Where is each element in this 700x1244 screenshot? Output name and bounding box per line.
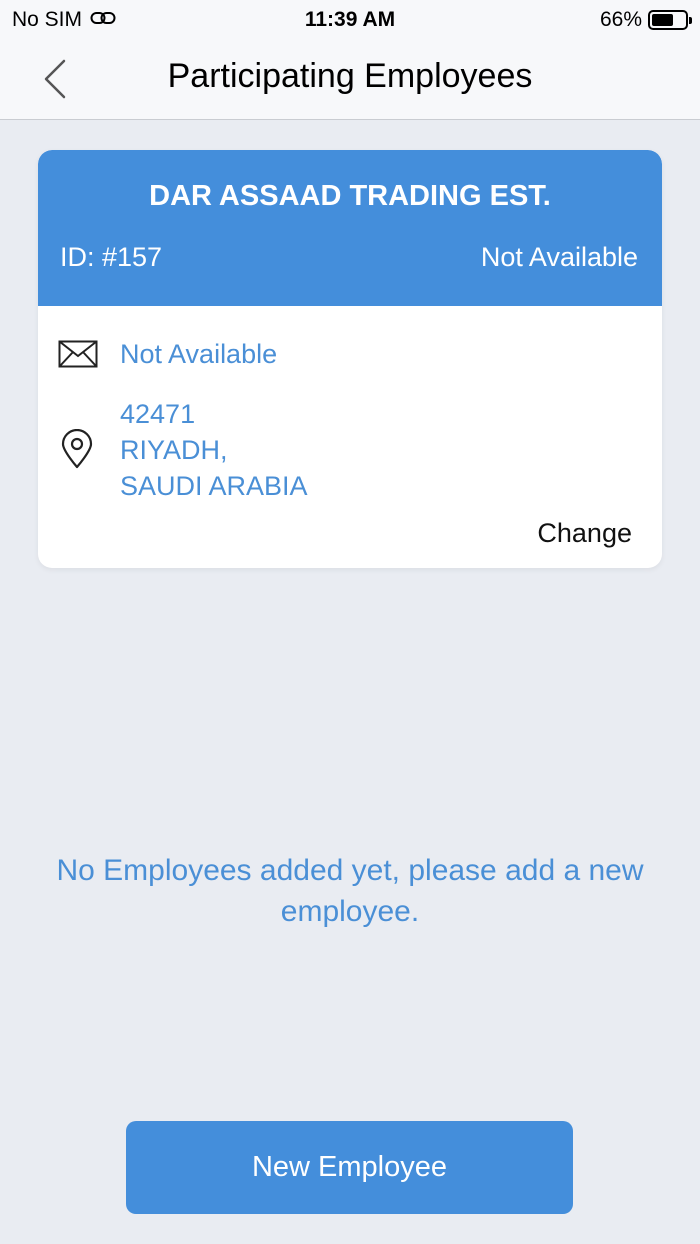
company-status: Not Available — [480, 242, 638, 272]
company-address[interactable]: 42471 RIYADH, SAUDI ARABIA — [120, 396, 308, 504]
new-employee-button[interactable]: New Employee — [126, 1121, 573, 1214]
company-email[interactable]: Not Available — [120, 339, 277, 370]
status-time: 11:39 AM — [304, 8, 396, 31]
battery-percent: 66% — [599, 8, 642, 31]
battery-icon — [648, 10, 692, 30]
company-card-header: DAR ASSAAD TRADING EST. ID: #157 Not Ava… — [38, 150, 662, 306]
address-line-3: SAUDI ARABIA — [120, 471, 308, 501]
address-line-1: 42471 — [120, 399, 196, 429]
company-card: DAR ASSAAD TRADING EST. ID: #157 Not Ava… — [38, 150, 662, 568]
location-pin-icon — [60, 428, 94, 474]
envelope-icon — [58, 340, 98, 373]
page-title: Participating Employees — [167, 57, 533, 95]
company-name: DAR ASSAAD TRADING EST. — [149, 180, 551, 212]
screen: No SIM 11:39 AM 66% Participating Employ… — [0, 0, 700, 1244]
change-button[interactable]: Change — [537, 518, 632, 549]
email-row: Not Available — [38, 336, 662, 376]
battery-fill — [652, 14, 673, 26]
status-bar: No SIM 11:39 AM 66% — [0, 0, 700, 40]
address-line-2: RIYADH, — [120, 435, 228, 465]
company-id: ID: #157 — [60, 242, 163, 272]
status-right: 66% — [599, 8, 692, 32]
nav-bar: Participating Employees — [0, 40, 700, 120]
empty-state-message: No Employees added yet, please add a new… — [56, 854, 644, 928]
battery-tip — [689, 17, 692, 24]
